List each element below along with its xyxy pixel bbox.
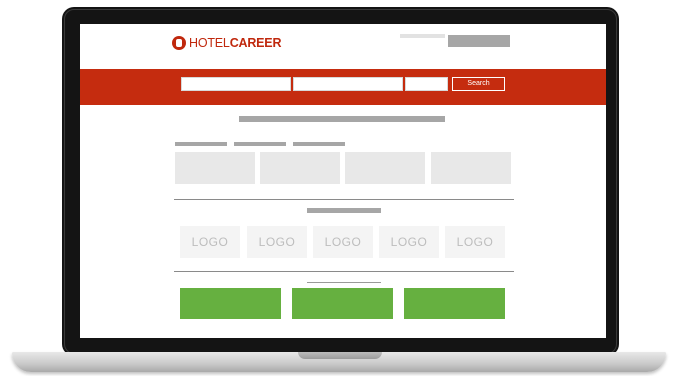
site-logo[interactable]: HOTEL CAREER [172, 36, 281, 50]
headline-placeholder [239, 116, 445, 122]
keyword-input[interactable] [181, 77, 291, 91]
partner-logo[interactable]: LOGO [313, 226, 373, 258]
job-card-placeholder[interactable] [260, 152, 340, 184]
cta-block[interactable] [180, 288, 281, 319]
job-card-placeholder[interactable] [345, 152, 425, 184]
location-input[interactable] [293, 77, 403, 91]
laptop-base-notch [298, 352, 382, 359]
category-label-placeholder[interactable] [293, 142, 345, 146]
category-label-placeholder[interactable] [234, 142, 286, 146]
partner-logo[interactable]: LOGO [180, 226, 240, 258]
brand-mark-icon [172, 36, 186, 50]
section-title-placeholder [307, 282, 381, 283]
partner-logo[interactable]: LOGO [445, 226, 505, 258]
radius-input[interactable] [405, 77, 448, 91]
laptop-screen: HOTEL CAREER Search LOGO LOGO LOGO LOGO … [80, 24, 606, 338]
partner-logo[interactable]: LOGO [379, 226, 439, 258]
cta-block[interactable] [404, 288, 505, 319]
job-card-placeholder[interactable] [175, 152, 255, 184]
job-card-placeholder[interactable] [431, 152, 511, 184]
section-divider [174, 271, 514, 272]
search-button[interactable]: Search [452, 77, 505, 91]
brand-name-bold: CAREER [229, 36, 282, 50]
header-button-placeholder[interactable] [448, 35, 510, 47]
section-title-placeholder [307, 208, 381, 213]
header-link-placeholder[interactable] [400, 34, 445, 38]
partner-logo[interactable]: LOGO [247, 226, 307, 258]
category-label-placeholder[interactable] [175, 142, 227, 146]
cta-block[interactable] [292, 288, 393, 319]
brand-name-light: HOTEL [189, 36, 230, 50]
section-divider [174, 199, 514, 200]
